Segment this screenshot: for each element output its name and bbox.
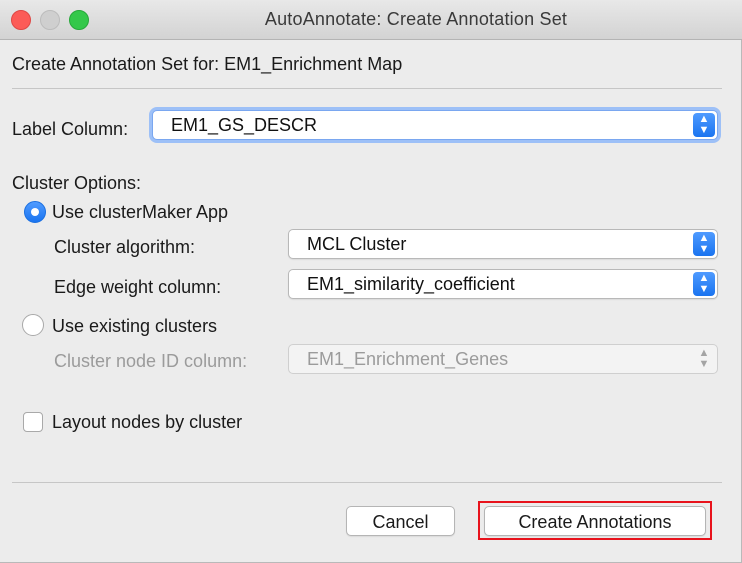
cluster-node-id-select[interactable]: EM1_Enrichment_Genes ▲ ▼ <box>288 344 718 374</box>
use-existing-clusters-radio[interactable] <box>22 314 44 336</box>
cluster-algorithm-value: MCL Cluster <box>307 234 407 254</box>
dialog-window: AutoAnnotate: Create Annotation Set Crea… <box>0 0 742 563</box>
chevron-updown-icon: ▲ ▼ <box>698 347 710 370</box>
chevron-updown-icon: ▲ ▼ <box>693 272 715 296</box>
edge-weight-label: Edge weight column: <box>54 277 222 297</box>
label-column-label: Label Column: <box>12 119 129 139</box>
layout-nodes-label[interactable]: Layout nodes by cluster <box>52 412 242 433</box>
create-annotations-button[interactable]: Create Annotations <box>484 506 706 536</box>
layout-nodes-checkbox[interactable] <box>23 412 43 432</box>
label-column-select[interactable]: EM1_GS_DESCR ▲ ▼ <box>152 110 718 140</box>
cancel-button[interactable]: Cancel <box>346 506 455 536</box>
window-title: AutoAnnotate: Create Annotation Set <box>264 9 568 29</box>
cluster-options-label: Cluster Options: <box>12 173 142 193</box>
header-divider <box>12 88 722 89</box>
dialog-heading: Create Annotation Set for: EM1_Enrichmen… <box>12 54 403 74</box>
use-existing-clusters-label[interactable]: Use existing clusters <box>52 316 217 337</box>
cluster-node-id-value: EM1_Enrichment_Genes <box>307 349 509 369</box>
edge-weight-select[interactable]: EM1_similarity_coefficient ▲ ▼ <box>288 269 718 299</box>
label-column-value: EM1_GS_DESCR <box>171 115 318 135</box>
use-clustermaker-radio[interactable] <box>24 201 46 223</box>
title-bar[interactable]: AutoAnnotate: Create Annotation Set <box>0 0 742 40</box>
chevron-updown-icon: ▲ ▼ <box>693 232 715 256</box>
cluster-algorithm-label: Cluster algorithm: <box>54 237 196 257</box>
cluster-node-id-label: Cluster node ID column: <box>54 351 248 371</box>
edge-weight-value: EM1_similarity_coefficient <box>307 274 515 294</box>
use-clustermaker-label[interactable]: Use clusterMaker App <box>52 202 228 223</box>
cluster-algorithm-select[interactable]: MCL Cluster ▲ ▼ <box>288 229 718 259</box>
chevron-updown-icon: ▲ ▼ <box>693 113 715 137</box>
footer-divider <box>12 482 722 483</box>
